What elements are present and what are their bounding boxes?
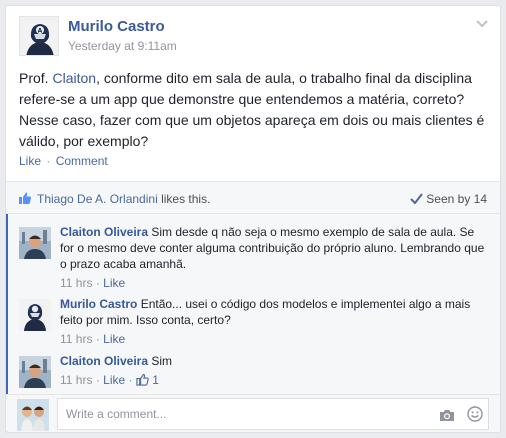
liker-name[interactable]: Thiago De A. Orlandini bbox=[37, 192, 158, 206]
comment-meta: 11 hrs · Like bbox=[60, 331, 490, 347]
check-icon bbox=[410, 193, 424, 204]
like-count-value: 1 bbox=[152, 373, 159, 387]
separator: · bbox=[46, 154, 51, 168]
author-avatar[interactable]: A bbox=[19, 16, 59, 56]
post-text-before: Prof. bbox=[19, 70, 53, 86]
separator: · bbox=[95, 276, 100, 290]
likes-bar: Thiago De A. Orlandini likes this. Seen … bbox=[6, 181, 500, 214]
comment-author[interactable]: Murilo Castro bbox=[60, 297, 137, 311]
comment-time[interactable]: 11 hrs bbox=[60, 276, 92, 290]
mention-link[interactable]: Claiton bbox=[52, 70, 96, 86]
comment-text: Sim bbox=[151, 354, 173, 368]
comment-body: Murilo Castro Então... usei o código dos… bbox=[60, 296, 490, 347]
thumbs-up-icon bbox=[19, 192, 32, 204]
separator: · bbox=[128, 373, 133, 387]
comment-body: Claiton Oliveira Sim desde q não seja o … bbox=[60, 224, 490, 291]
post-body: Prof. Claiton, conforme dito em sala de … bbox=[19, 68, 489, 152]
comment-meta: 11 hrs · Like bbox=[60, 275, 490, 291]
comment-like-button[interactable]: Like bbox=[103, 276, 125, 290]
separator: · bbox=[95, 332, 100, 346]
camera-icon[interactable] bbox=[439, 408, 455, 422]
svg-text:A: A bbox=[38, 28, 43, 35]
comment-meta: 11 hrs · Like · 1 bbox=[60, 372, 490, 388]
comment-body: Claiton Oliveira Sim 11 hrs · Like · 1 bbox=[60, 353, 490, 388]
viewer-avatar bbox=[17, 399, 49, 431]
post-author-name[interactable]: Murilo Castro bbox=[68, 18, 165, 35]
commenter-avatar[interactable] bbox=[19, 227, 51, 259]
comment-composer bbox=[6, 394, 500, 432]
commenter-avatar[interactable] bbox=[19, 356, 51, 388]
comment-author[interactable]: Claiton Oliveira bbox=[60, 225, 148, 239]
comment-like-button[interactable]: Like bbox=[103, 332, 125, 346]
separator: · bbox=[95, 373, 100, 387]
like-button[interactable]: Like bbox=[19, 154, 41, 168]
smiley-icon[interactable] bbox=[467, 406, 483, 422]
comment-author[interactable]: Claiton Oliveira bbox=[60, 354, 148, 368]
post-header: A Murilo Castro Yesterday at 9:11am bbox=[19, 16, 490, 60]
commenter-avatar[interactable] bbox=[19, 299, 51, 331]
likes-summary: Thiago De A. Orlandini likes this. bbox=[37, 192, 210, 206]
seen-by-label: Seen by 14 bbox=[426, 192, 487, 206]
comment-like-button[interactable]: Like bbox=[103, 373, 125, 387]
comment-time[interactable]: 11 hrs bbox=[60, 373, 92, 387]
post-actions: Like · Comment bbox=[19, 154, 108, 168]
post-card: A Murilo Castro Yesterday at 9:11am Prof… bbox=[5, 5, 501, 433]
thumbs-up-icon bbox=[136, 373, 149, 386]
likes-suffix: likes this. bbox=[157, 192, 211, 206]
post-timestamp[interactable]: Yesterday at 9:11am bbox=[68, 39, 177, 53]
comment-like-count[interactable]: 1 bbox=[136, 373, 159, 387]
comment-input[interactable] bbox=[57, 398, 489, 430]
seen-by[interactable]: Seen by 14 bbox=[410, 192, 487, 206]
comment-time[interactable]: 11 hrs bbox=[60, 332, 92, 346]
comment-button[interactable]: Comment bbox=[56, 154, 108, 168]
chevron-down-icon[interactable] bbox=[474, 18, 490, 30]
